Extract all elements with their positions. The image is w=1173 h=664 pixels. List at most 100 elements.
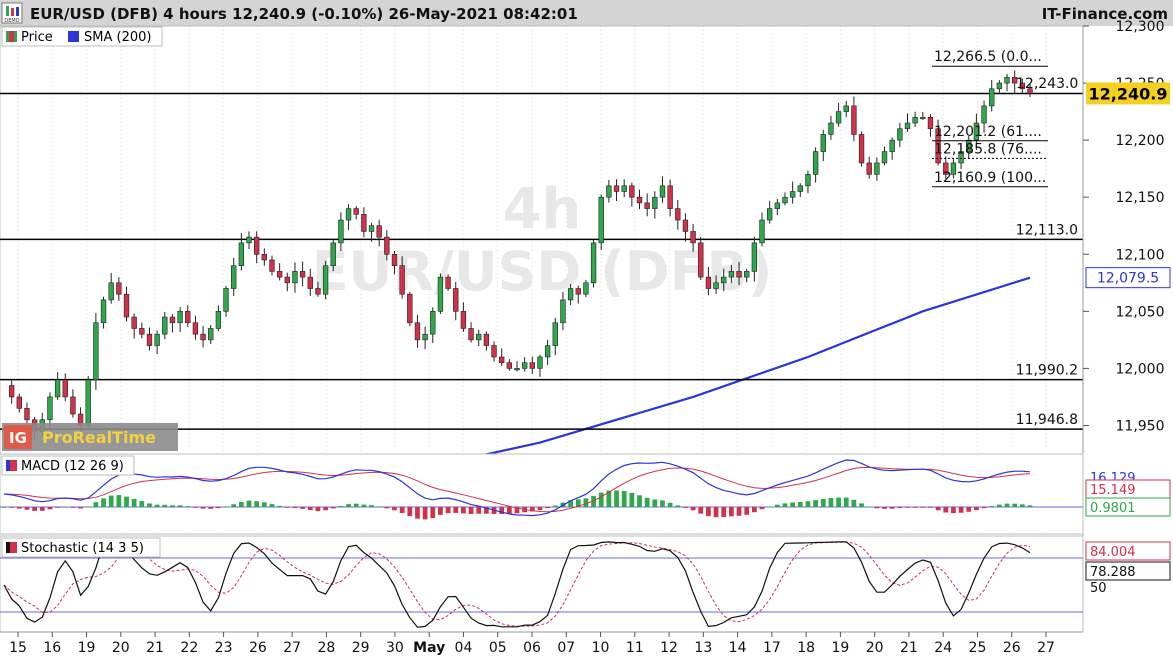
macd-histogram-bar	[882, 507, 887, 509]
macd-histogram-bar	[85, 506, 91, 508]
candle-body	[797, 185, 803, 192]
candle-body	[131, 316, 137, 329]
macd-histogram-bar	[453, 507, 459, 513]
chart-title: EUR/USD (DFB) 4 hours 12,240.9 (-0.10%) …	[30, 5, 578, 23]
x-tick-label: 24	[934, 640, 952, 656]
macd-histogram-bar	[920, 507, 926, 508]
macd-title-label: MACD (12 26 9)	[21, 459, 124, 474]
candle-body	[766, 208, 773, 221]
y-tick-label: 12,050	[1116, 304, 1165, 320]
macd-histogram-bar	[506, 507, 512, 514]
macd-histogram-bar	[461, 507, 466, 514]
macd-histogram-bar	[246, 500, 252, 507]
candle-body	[598, 196, 604, 244]
last-price-label: 12,240.9	[1089, 84, 1168, 103]
macd-histogram-bar	[101, 498, 106, 507]
watermark-timeframe: 4h	[503, 177, 582, 242]
macd-histogram-bar	[951, 507, 956, 514]
candle-body	[169, 316, 176, 324]
macd-histogram-bar	[744, 507, 750, 515]
macd-histogram-bar	[759, 507, 765, 510]
candle-body	[667, 185, 673, 209]
macd-histogram-bar	[935, 507, 941, 511]
candle-body	[353, 208, 359, 215]
candle-body	[399, 265, 405, 295]
macd-histogram-bar	[9, 507, 15, 508]
macd-histogram-bar	[644, 497, 650, 507]
price-level-label: 12,113.0	[1016, 222, 1078, 238]
macd-histogram-bar	[1019, 504, 1025, 507]
candle-body	[1004, 77, 1010, 84]
macd-histogram-bar	[652, 499, 658, 507]
candle-body	[560, 299, 566, 324]
macd-histogram-bar	[24, 507, 30, 510]
macd-histogram-bar	[116, 495, 122, 507]
macd-histogram-bar	[261, 502, 267, 507]
legend: Price SMA (200)	[1, 26, 163, 47]
candle-body	[192, 322, 199, 335]
candle-body	[789, 191, 796, 198]
legend-price-label: Price	[21, 30, 53, 45]
macd-histogram-bar	[415, 507, 420, 519]
candle-body	[828, 122, 834, 135]
candle-body	[476, 333, 482, 341]
macd-histogram-bar	[62, 506, 68, 508]
x-tick-label: 25	[969, 640, 987, 656]
candle-body	[453, 288, 459, 312]
candle-body	[116, 282, 122, 295]
macd-histogram-bar	[981, 507, 987, 509]
macd-histogram-bar	[147, 503, 152, 507]
fib-level-label: 12,201.2 (61....	[934, 124, 1042, 140]
candle-body	[544, 345, 551, 358]
candle-body	[162, 316, 168, 335]
macd-histogram-bar	[621, 491, 627, 507]
macd-histogram-bar	[660, 500, 665, 507]
candle-body	[629, 185, 635, 198]
legend-sma-swatch	[68, 31, 79, 42]
x-tick-label: 11	[626, 640, 644, 656]
candle-body	[927, 117, 934, 130]
macd-histogram-bar	[78, 507, 83, 509]
candle-body	[253, 236, 260, 255]
macd-histogram-bar	[866, 506, 872, 508]
x-tick-label: 07	[557, 640, 575, 656]
macd-histogram-bar	[1, 507, 7, 508]
macd-histogram-bar	[690, 507, 696, 511]
macd-histogram-bar	[774, 504, 780, 507]
x-tick-label: 21	[146, 640, 164, 656]
x-tick-label: May	[413, 640, 445, 656]
candle-body	[460, 311, 467, 329]
candle-body	[361, 214, 367, 232]
candle-body	[904, 122, 911, 130]
stoch-tick-50: 50	[1090, 581, 1107, 596]
candle-body	[751, 242, 758, 272]
candle-body	[521, 362, 528, 369]
macd-histogram-bar	[131, 498, 137, 507]
x-tick-label: 19	[78, 640, 96, 656]
macd-histogram-bar	[445, 507, 451, 514]
x-tick-label: 22	[180, 640, 198, 656]
macd-histogram-bar	[836, 497, 841, 507]
candle-body	[177, 311, 183, 324]
chart-svg: DEMO EUR/USD (DFB) 4 hours 12,240.9 (-0.…	[0, 0, 1173, 660]
macd-histogram-bar	[162, 504, 168, 507]
candle-body	[139, 328, 145, 335]
x-tick-label: 17	[763, 640, 781, 656]
macd-histogram-bar	[16, 507, 22, 509]
candle-body	[16, 396, 22, 409]
macd-histogram-bar	[706, 507, 711, 517]
candle-body	[62, 379, 68, 398]
macd-histogram-bar	[200, 507, 206, 509]
macd-histogram-bar	[912, 507, 918, 508]
candle-body	[613, 185, 620, 192]
macd-histogram-bar	[292, 507, 298, 509]
macd-histogram-bar	[698, 507, 704, 514]
macd-tick-hist: 0.9801	[1090, 501, 1136, 516]
candle-body	[851, 105, 857, 135]
macd-histogram-bar	[905, 507, 910, 508]
macd-histogram-bar	[629, 492, 635, 507]
macd-histogram-bar	[767, 506, 773, 508]
candle-body	[652, 196, 658, 209]
macd-histogram-bar	[323, 507, 328, 511]
fib-level-label: 12,160.9 (100...	[934, 170, 1046, 186]
